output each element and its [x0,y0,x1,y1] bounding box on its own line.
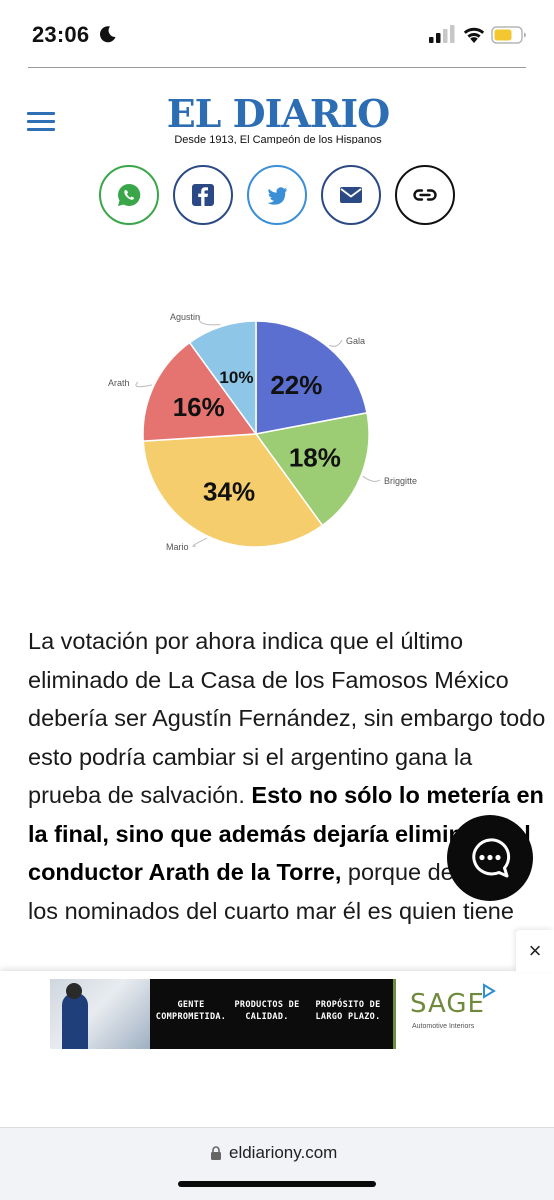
site-logo[interactable]: EL DIARIO Desde 1913, El Campeón de los … [160,91,396,145]
pie-leader-line [192,537,208,547]
vote-pie-chart: 22% Gala 18% Briggitte 34% Mario 16% Arath 10% Ag… [108,312,417,552]
ad-text-products: PRODUCTOS DE CALIDAD. [234,1000,300,1022]
adchoices-icon[interactable] [481,983,497,999]
pie-value-label-mario: 34% [203,476,255,506]
ad-banner[interactable]: GENTE COMPROMETIDA. PRODUCTOS DE CALIDAD… [50,979,504,1049]
lock-icon [211,1146,221,1160]
whatsapp-share-button[interactable] [99,165,159,225]
pie-value-label-agustin: 10% [219,368,253,387]
copy-link-button[interactable] [395,165,455,225]
chat-button[interactable] [447,815,533,901]
pie-leader-line [198,315,221,326]
article-text: La votación por ahora indica que el últi… [28,628,546,808]
battery-icon [491,26,526,44]
chat-bubble-icon [472,838,511,878]
pie-value-label-arath: 16% [173,392,225,422]
status-time: 23:06 [32,22,90,47]
pie-category-label-arath: Arath [108,378,130,388]
link-icon [413,189,437,201]
twitter-share-button[interactable] [247,165,307,225]
ad-person-figure [62,993,88,1049]
home-indicator [178,1181,376,1187]
ad-close-button[interactable]: × [516,930,554,972]
browser-address-bar[interactable] [0,1127,554,1200]
wifi-icon [463,27,485,43]
signal-icon [429,25,455,43]
mail-icon [340,187,362,203]
facebook-icon [192,184,214,206]
top-divider [28,67,526,68]
pie-category-label-mario: Mario [166,542,189,552]
email-share-button[interactable] [321,165,381,225]
url-text[interactable]: eldiariony.com [229,1143,337,1163]
hamburger-menu-icon[interactable] [27,112,55,134]
logo-tagline: Desde 1913, El Campeón de los Hispanos [174,134,382,144]
twitter-icon [267,187,287,205]
pie-value-label-gala: 22% [270,370,322,400]
ad-photo [50,979,150,1049]
pie-category-label-agustin: Agustin [170,312,200,322]
logo-wordmark: EL DIARIO [166,91,391,136]
moon-icon [99,26,116,43]
pie-value-label-briggitte: 18% [289,442,341,472]
facebook-share-button[interactable] [173,165,233,225]
pie-leader-line [362,475,381,482]
whatsapp-icon [118,183,141,206]
pie-category-label-gala: Gala [346,336,365,346]
ad-text-purpose: PROPÓSITO DE LARGO PLAZO. [315,1000,381,1022]
pie-category-label-briggitte: Briggitte [384,476,417,486]
ad-person-head [66,983,82,999]
ad-brand-subtitle: Automotive Interiors [412,1023,475,1030]
pie-leader-line [329,339,343,347]
status-bar: 23:06 [0,0,554,66]
pie-leader-line [135,381,153,388]
ad-brand-name: SAGE [410,989,485,1019]
